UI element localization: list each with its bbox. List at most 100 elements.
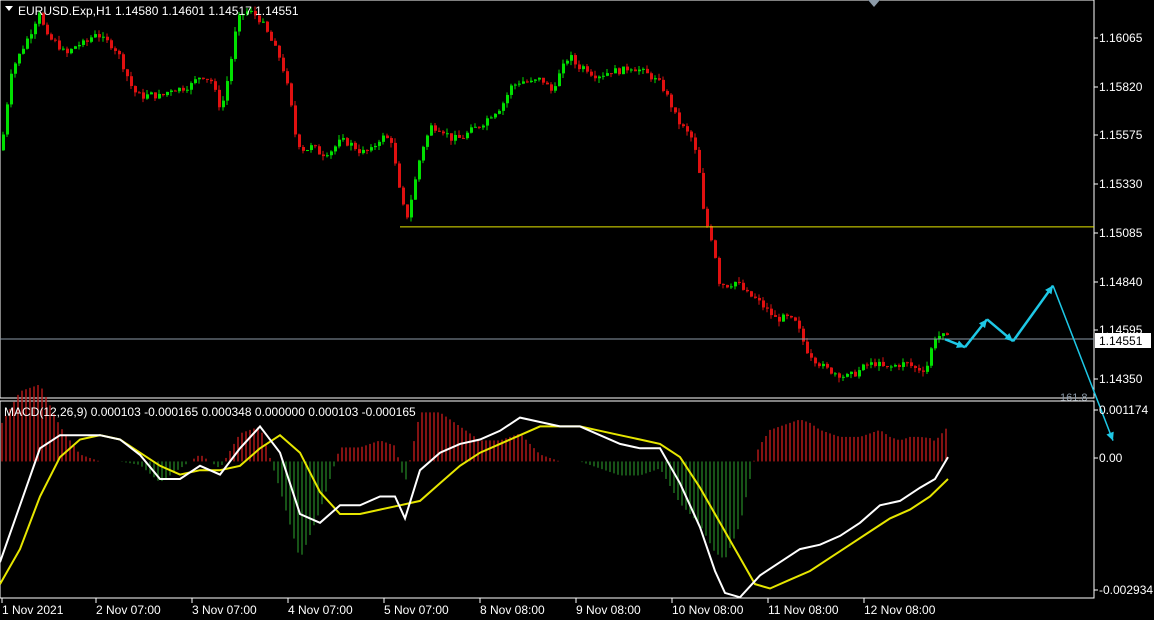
candle-body: [642, 68, 645, 70]
candle-body: [90, 37, 93, 42]
candle-body: [230, 58, 233, 82]
candle-body: [690, 131, 693, 138]
candle-body: [558, 73, 561, 87]
candle-body: [210, 79, 213, 82]
candle-body: [262, 21, 265, 23]
candle-body: [662, 79, 665, 91]
candle-body: [514, 84, 517, 86]
candle-body: [10, 73, 13, 105]
candle-body: [206, 78, 209, 80]
candle-body: [494, 113, 497, 118]
candle-body: [162, 93, 165, 96]
time-tick: 8 Nov 08:00: [480, 603, 545, 617]
candle-body: [554, 86, 557, 91]
candle-body: [654, 78, 657, 80]
candle-body: [234, 31, 237, 59]
candle-body: [694, 137, 697, 150]
candle-body: [62, 48, 65, 50]
candle-body: [686, 126, 689, 132]
candle-body: [78, 44, 81, 47]
candle-body: [54, 39, 57, 41]
candle-body: [730, 286, 733, 288]
candle-body: [434, 125, 437, 131]
candle-body: [926, 365, 929, 372]
time-axis[interactable]: 1 Nov 2021 2 Nov 07:00 3 Nov 07:00 4 Nov…: [1, 598, 936, 617]
candle-body: [522, 81, 525, 84]
candle-body: [330, 151, 333, 156]
candle-body: [310, 145, 313, 151]
candle-body: [102, 36, 105, 38]
candle-body: [914, 366, 917, 368]
candle-body: [166, 91, 169, 96]
candle-body: [378, 141, 381, 146]
candle-body: [858, 370, 861, 377]
candle-body: [398, 163, 401, 188]
candle-body: [70, 48, 73, 54]
time-tick: 4 Nov 07:00: [288, 603, 353, 617]
candle-body: [282, 57, 285, 72]
candle-body: [142, 92, 145, 99]
symbol-label: EURUSD.Exp,H1: [18, 4, 112, 18]
candle-body: [550, 84, 553, 91]
candle-body: [610, 73, 613, 75]
candle-body: [154, 92, 157, 99]
ohlc-label: 1.14580 1.14601 1.14517 1.14551: [115, 4, 299, 18]
candle-body: [526, 81, 529, 83]
price-panel[interactable]: EURUSD.Exp,H1 1.14580 1.14601 1.14517 1.…: [0, 0, 1114, 441]
candle-body: [410, 199, 413, 218]
candle-body: [798, 320, 801, 329]
candle-body: [466, 132, 469, 139]
candle-body: [350, 142, 353, 146]
price-tick: 1.14840: [1099, 275, 1143, 289]
candle-body: [370, 147, 373, 151]
candle-body: [138, 92, 141, 94]
candle-body: [86, 40, 89, 42]
candle-body: [298, 134, 301, 148]
candle-body: [814, 357, 817, 364]
price-axis[interactable]: 1.16065 1.15820 1.15575 1.15330 1.15085 …: [1094, 31, 1151, 386]
candle-body: [546, 82, 549, 85]
macd-panel[interactable]: MACD(12,26,9) 0.000103 -0.000165 0.00034…: [0, 385, 1095, 599]
candle-body: [866, 364, 869, 366]
candle-body: [190, 83, 193, 90]
price-tick: 1.15575: [1099, 128, 1143, 142]
candle-body: [946, 333, 949, 335]
candle-body: [334, 146, 337, 152]
candle-body: [170, 90, 173, 92]
candle-body: [14, 63, 17, 74]
chart-window[interactable]: EURUSD.Exp,H1 1.14580 1.14601 1.14517 1.…: [0, 0, 1154, 620]
candle-body: [470, 127, 473, 133]
candle-body: [286, 71, 289, 84]
candle-body: [314, 145, 317, 147]
candle-body: [538, 77, 541, 80]
candle-body: [30, 34, 33, 39]
candle-body: [862, 364, 865, 371]
candle-body: [630, 69, 633, 71]
macd-axis[interactable]: 0.001174 0.00 -0.002934: [1094, 403, 1153, 597]
candle-body: [150, 92, 153, 95]
candle-body: [702, 172, 705, 209]
candle-body: [886, 366, 889, 368]
candle-body: [6, 104, 9, 135]
candle-body: [402, 187, 405, 205]
candle-body: [542, 77, 545, 83]
candle-body: [502, 103, 505, 111]
candle-body: [750, 291, 753, 297]
candle-body: [622, 66, 625, 75]
candle-body: [194, 79, 197, 84]
candle-body: [394, 142, 397, 164]
candle-body: [942, 333, 945, 337]
candle-body: [754, 296, 757, 298]
candle-body: [274, 40, 277, 46]
candle-body: [782, 314, 785, 322]
candle-body: [854, 371, 857, 377]
price-tick: 1.15085: [1099, 226, 1143, 240]
macd-tick: -0.002934: [1099, 583, 1153, 597]
candle-body: [518, 83, 521, 85]
candle-body: [870, 362, 873, 365]
candle-body: [490, 117, 493, 119]
candle-body: [266, 21, 269, 32]
current-price-label: 1.14551: [1099, 334, 1143, 348]
candle-body: [586, 66, 589, 72]
candle-body: [778, 316, 781, 322]
